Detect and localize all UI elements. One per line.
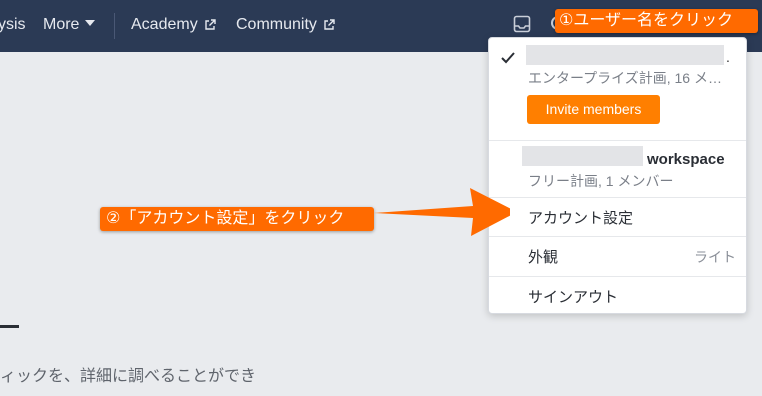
appearance-value: ライト — [694, 249, 736, 265]
external-link-icon — [205, 19, 216, 30]
nav-academy-label: Academy — [131, 16, 198, 33]
nav-more[interactable]: More — [43, 15, 96, 35]
nav-community-label: Community — [236, 16, 317, 33]
user-menu-dropdown: . エンタープライズ計画, 16 メ… Invite members works… — [488, 37, 747, 314]
check-icon — [501, 52, 515, 64]
inbox-icon[interactable] — [513, 15, 531, 33]
sign-out-item[interactable]: サインアウト — [528, 286, 618, 307]
other-org-plan: フリー計画, 1 メンバー — [528, 173, 674, 189]
nav-academy[interactable]: Academy — [131, 15, 216, 35]
other-org-name[interactable]: workspace — [647, 151, 725, 168]
caret-down-icon — [85, 20, 96, 26]
callout-step2: ②「アカウント設定」をクリック — [100, 207, 374, 231]
current-org-dot: . — [726, 49, 730, 65]
invite-members-button[interactable]: Invite members — [527, 95, 660, 124]
divider — [489, 140, 746, 141]
nav-analysis[interactable]: ysis — [0, 15, 26, 35]
divider — [489, 276, 746, 277]
callout-step1: ①ユーザー名をクリック — [555, 9, 758, 33]
redacted-org-name — [526, 45, 724, 65]
page-body-text: ィックを、詳細に調べることができ — [0, 368, 257, 385]
appearance-item[interactable]: 外観 — [528, 246, 558, 267]
nav-more-label: More — [43, 16, 80, 33]
divider — [489, 236, 746, 237]
current-org-plan: エンタープライズ計画, 16 メ… — [528, 70, 722, 86]
arrow-pointer-icon — [374, 188, 510, 236]
account-settings-item[interactable]: アカウント設定 — [528, 207, 633, 228]
nav-community[interactable]: Community — [236, 15, 335, 35]
nav-divider — [114, 13, 115, 39]
redacted-workspace-name — [522, 146, 643, 166]
external-link-icon — [324, 19, 335, 30]
divider — [489, 197, 746, 198]
heading-underline — [0, 325, 19, 328]
